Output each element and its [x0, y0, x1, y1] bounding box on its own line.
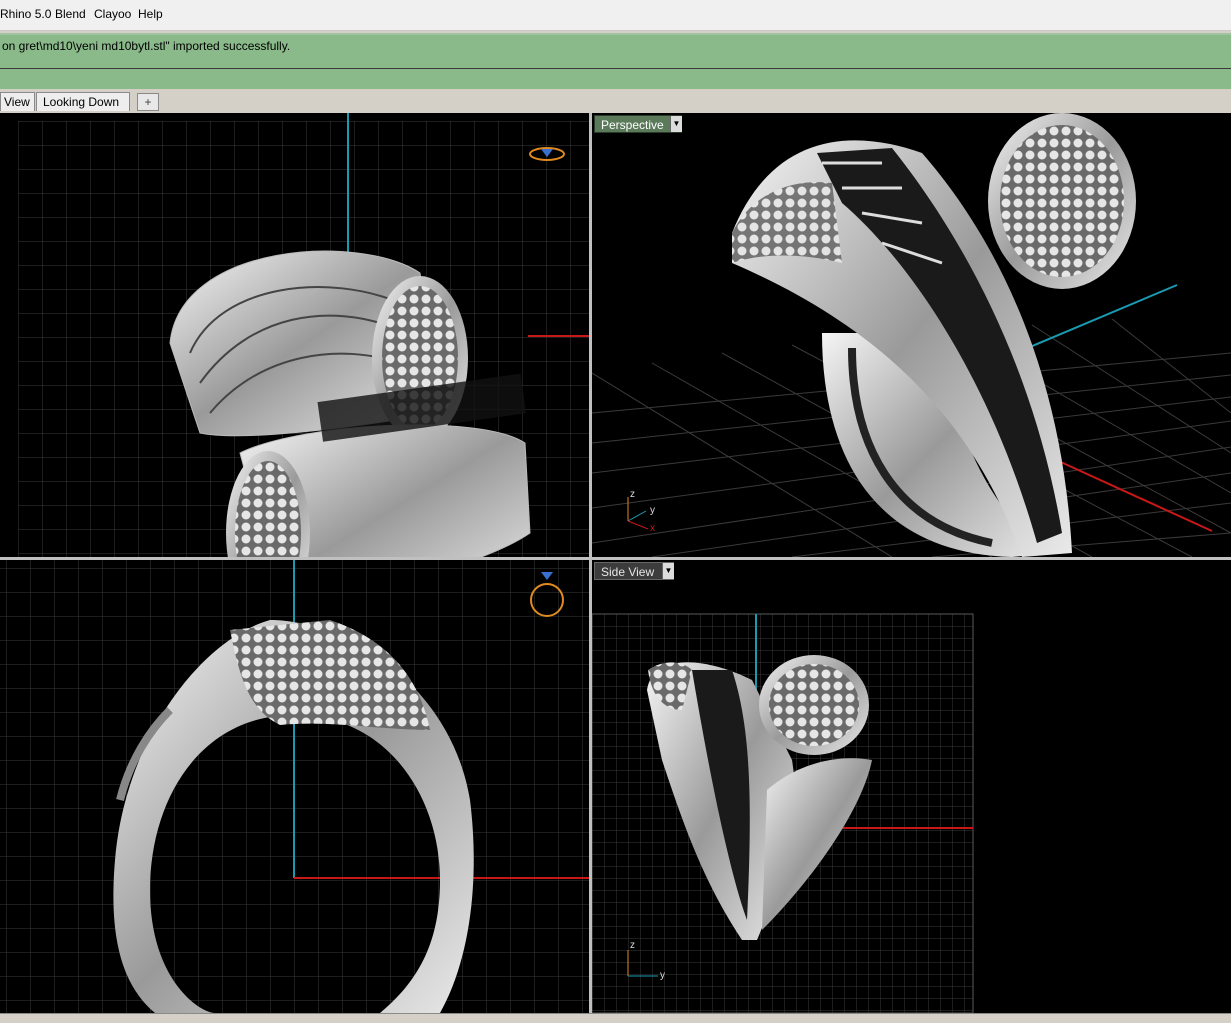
menu-blend[interactable]: Blend [55, 7, 86, 21]
viewport-splitter-horizontal[interactable] [0, 557, 1231, 560]
viewport-title-perspective[interactable]: Perspective ▼ [594, 115, 682, 133]
axis-triad: z y x [627, 489, 655, 534]
axis-z-label: z [630, 940, 635, 951]
viewport-canvas [18, 113, 589, 557]
viewport-canvas: z y [592, 613, 974, 1013]
menu-rhino[interactable]: Rhino 5.0 [0, 7, 51, 21]
tab-looking-down[interactable]: Looking Down [36, 92, 130, 111]
viewport-title-text: Perspective [601, 118, 664, 132]
axis-x-label: x [650, 523, 655, 534]
x-axis-line [1051, 457, 1213, 532]
viewport-splitter-vertical[interactable] [589, 113, 592, 1013]
axis-z-label: z [630, 489, 635, 500]
command-area: on gret\md10\yeni md10bytl.stl" imported… [0, 33, 1231, 89]
viewport-title-side[interactable]: Side View ▼ [594, 562, 674, 580]
viewport-canvas [0, 560, 589, 1013]
viewport-tabbar: View Looking Down + [0, 89, 1231, 114]
menu-help[interactable]: Help [138, 7, 163, 21]
command-divider [0, 68, 1231, 69]
plus-icon: + [144, 95, 152, 109]
viewport-side[interactable]: z y Side View ▼ [592, 560, 1231, 1013]
menu-clayoo[interactable]: Clayoo [94, 7, 131, 21]
chevron-down-icon[interactable]: ▼ [670, 116, 682, 132]
tab-view[interactable]: View [0, 92, 35, 111]
viewport-top-left[interactable] [0, 113, 589, 557]
chevron-down-icon[interactable]: ▼ [662, 563, 674, 579]
command-input[interactable] [2, 72, 1222, 86]
viewport-canvas: z y x [592, 113, 1231, 557]
ring-model [732, 113, 1136, 557]
menu-bar: Rhino 5.0 Blend Clayoo Help [0, 0, 1231, 31]
viewport-title-text: Side View [601, 565, 655, 579]
viewport-bottom-left[interactable] [0, 560, 589, 1013]
command-history: on gret\md10\yeni md10bytl.stl" imported… [2, 39, 291, 53]
axis-y-label: y [660, 970, 665, 981]
viewport-perspective[interactable]: z y x Perspective ▼ [592, 113, 1231, 557]
axis-y-label: y [650, 505, 655, 516]
add-tab-button[interactable]: + [137, 93, 159, 111]
